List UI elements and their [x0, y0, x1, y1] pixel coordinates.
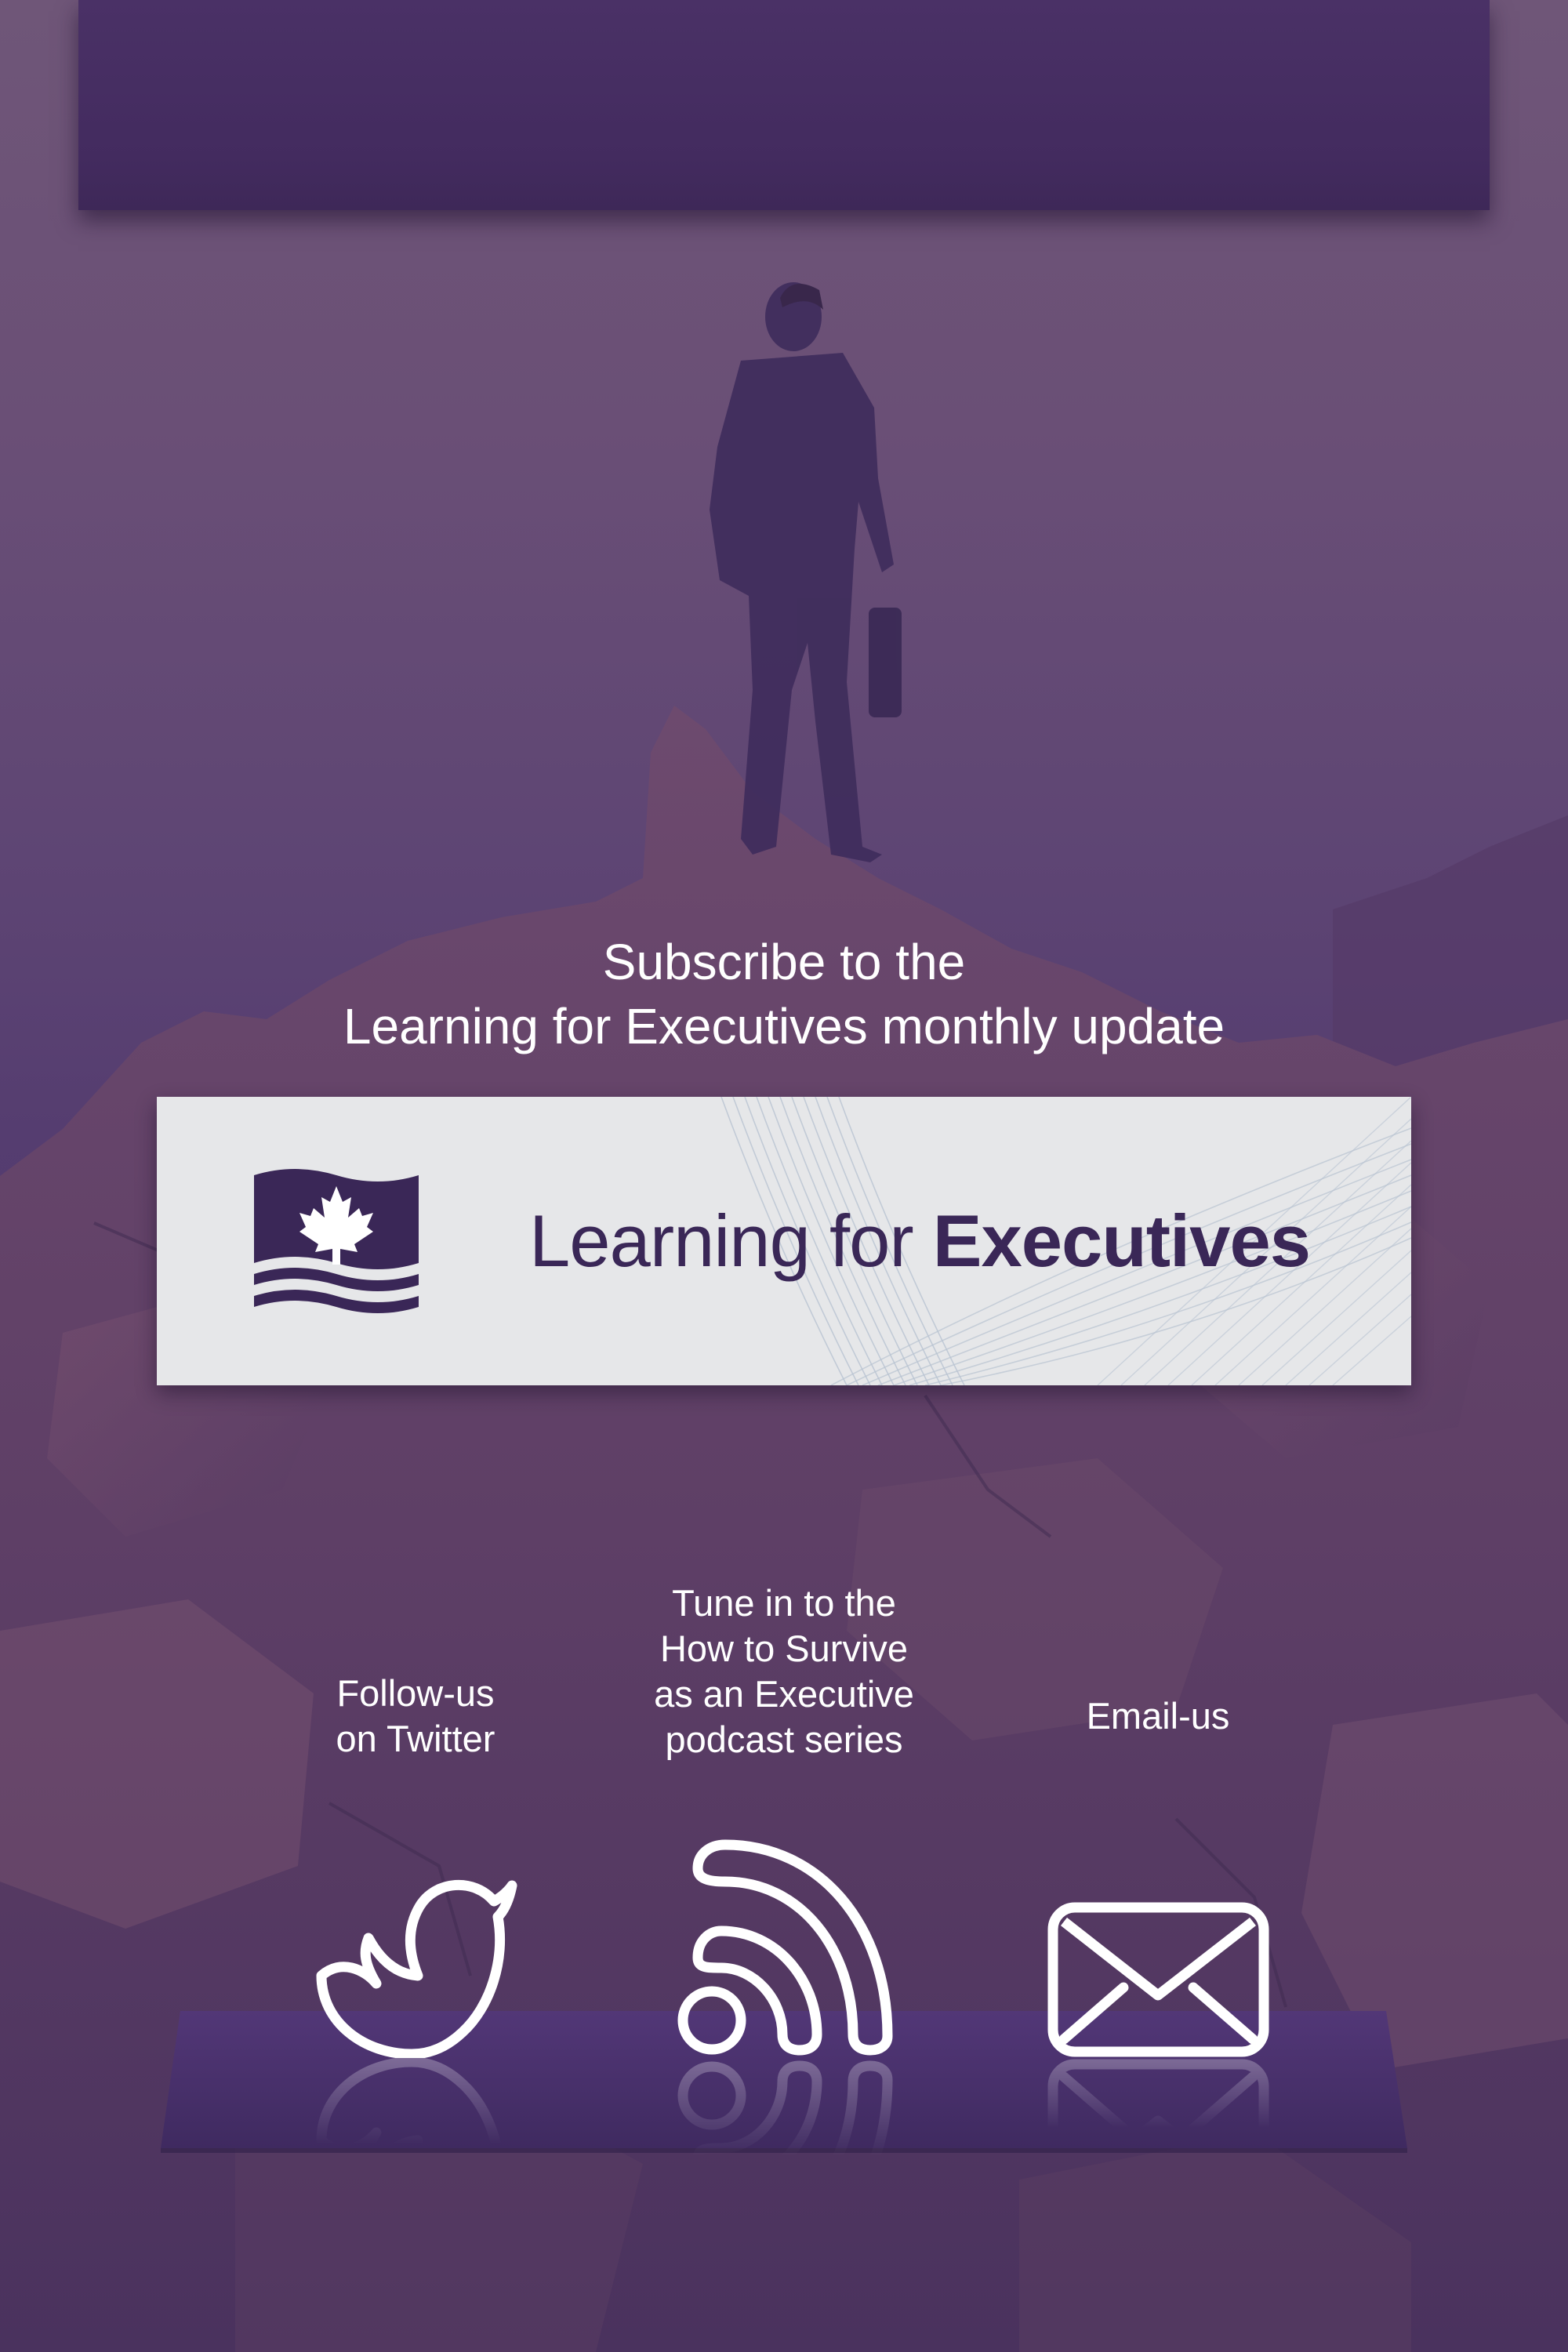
subscribe-heading-line-2: Learning for Executives monthly update [343, 998, 1225, 1054]
twitter-button[interactable] [310, 1866, 521, 2058]
envelope-icon [1047, 1902, 1269, 2057]
learning-for-executives-wordmark: Learning for Executives [529, 1194, 1311, 1288]
wordmark-bold: Executives [932, 1200, 1311, 1282]
email-button[interactable] [1047, 1901, 1270, 2058]
podcast-label-line-4: podcast series [665, 1719, 903, 1760]
email-icon-reflection [1047, 2058, 1270, 2215]
twitter-bird-reflection-icon [316, 2056, 517, 2236]
podcast-button[interactable] [674, 1838, 894, 2058]
twitter-label-line-1: Follow-us [336, 1672, 495, 1714]
email-label: Email-us [993, 1693, 1323, 1739]
learning-for-executives-subscribe-banner[interactable]: Learning for Executives [157, 1097, 1411, 1385]
twitter-icon-reflection [310, 2056, 521, 2250]
twitter-bird-icon [316, 1880, 517, 2058]
podcast-label-line-2: How to Survive [659, 1628, 909, 1669]
podcast-label: Tune in to the How to Survive as an Exec… [619, 1581, 949, 1762]
wordmark-regular: Learning for [529, 1200, 933, 1282]
twitter-label: Follow-us on Twitter [251, 1671, 580, 1762]
subscribe-heading: Subscribe to the Learning for Executives… [0, 930, 1568, 1058]
top-banner [78, 0, 1490, 210]
subscribe-heading-line-1: Subscribe to the [602, 934, 966, 990]
podcast-icon-reflection [674, 2058, 894, 2278]
podcast-label-line-1: Tune in to the [672, 1582, 896, 1624]
rss-podcast-reflection-icon [677, 2060, 893, 2277]
email-label-line-1: Email-us [1086, 1695, 1230, 1737]
podcast-label-line-3: as an Executive [654, 1673, 914, 1715]
rss-podcast-icon [677, 1839, 893, 2056]
twitter-label-line-2: on Twitter [336, 1718, 495, 1759]
envelope-reflection-icon [1047, 2059, 1269, 2214]
canada-flag-book-icon [254, 1169, 419, 1313]
